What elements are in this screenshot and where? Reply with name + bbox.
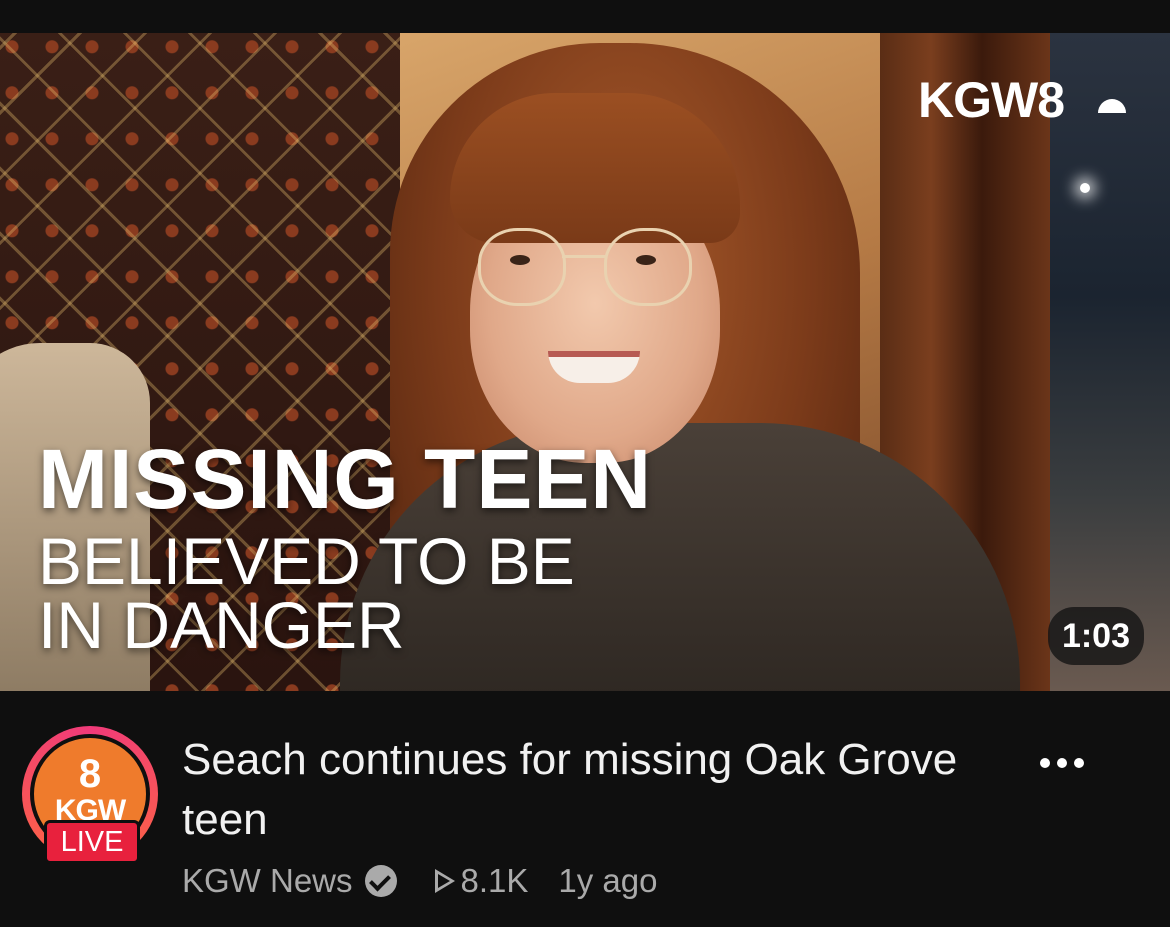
thumbnail-headline: MISSING TEEN BELIEVED TO BE IN DANGER [38, 432, 653, 662]
window-background [1050, 33, 1170, 691]
live-badge: LIVE [44, 820, 140, 864]
more-horizontal-icon [1074, 758, 1084, 768]
glasses-bridge [562, 255, 606, 258]
glasses-right-lens [604, 228, 692, 306]
verified-check-icon [364, 865, 397, 897]
top-bar [0, 0, 1170, 33]
headline-line-1: MISSING TEEN [38, 432, 653, 526]
upload-age: 1y ago [558, 862, 658, 899]
video-metadata: KGW News 8.1K 1y ago [182, 862, 658, 900]
glasses-left-lens [478, 228, 566, 306]
view-count: 8.1K [434, 862, 529, 900]
duration-badge: 1:03 [1047, 607, 1144, 665]
avatar-number: 8 [78, 752, 102, 796]
channel-watermark-logo: KGW8 [918, 72, 1065, 128]
view-count-value: 8.1K [460, 862, 529, 899]
play-icon [434, 869, 455, 893]
video-title[interactable]: Seach continues for missing Oak Grove te… [182, 730, 982, 850]
more-horizontal-icon [1057, 758, 1067, 768]
headline-line-2: BELIEVED TO BE [38, 524, 575, 598]
more-options-button[interactable] [1032, 748, 1092, 778]
headline-line-3: IN DANGER [38, 588, 405, 662]
video-thumbnail[interactable]: KGW8 MISSING TEEN BELIEVED TO BE IN DANG… [0, 33, 1170, 691]
more-horizontal-icon [1040, 758, 1050, 768]
channel-name[interactable]: KGW News [182, 862, 353, 900]
right-eye [636, 255, 656, 265]
left-eye [510, 255, 530, 265]
